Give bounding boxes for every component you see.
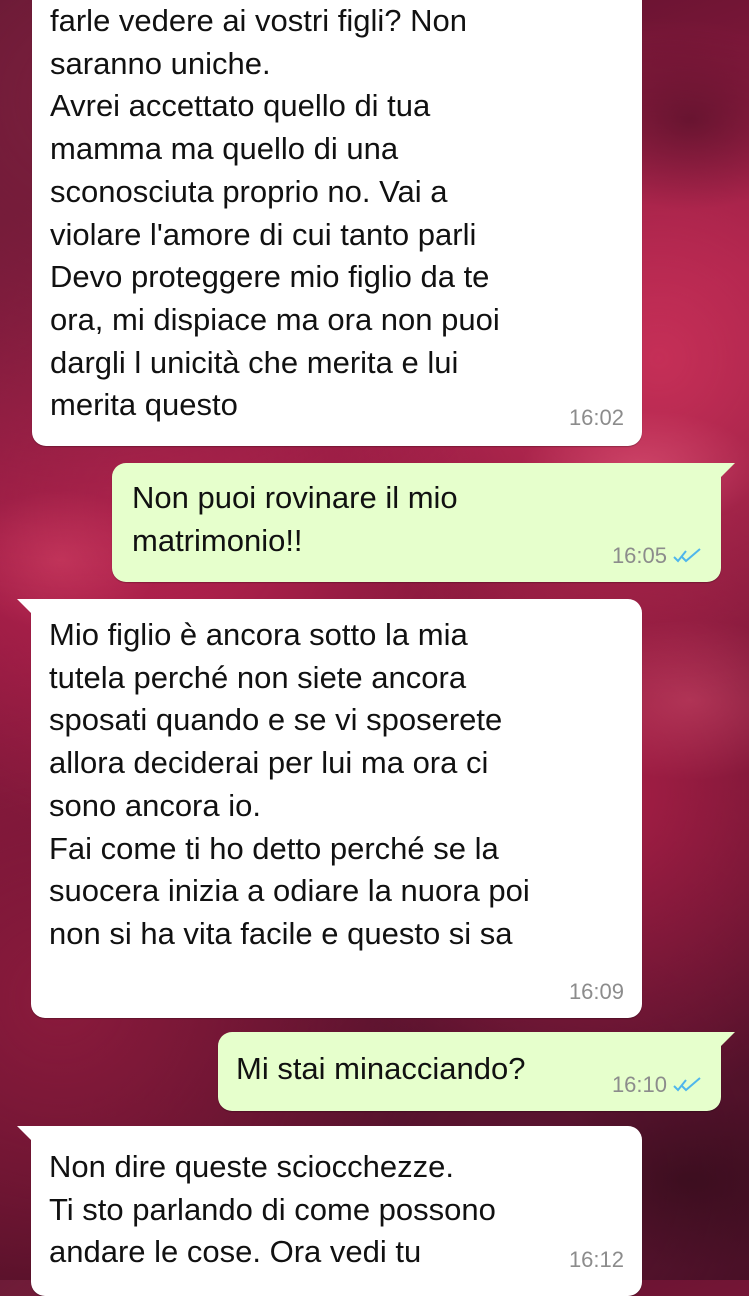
message-text: Non dire queste sciocchezze. Ti sto parl… bbox=[49, 1149, 496, 1270]
incoming-message[interactable]: farle vedere ai vostri figli? Non sarann… bbox=[32, 0, 642, 446]
double-check-read-icon bbox=[673, 1077, 701, 1092]
message-time: 16:05 bbox=[611, 543, 667, 568]
message-time: 16:10 bbox=[611, 1072, 667, 1097]
double-check-read-icon bbox=[673, 548, 701, 563]
message-text: farle vedere ai vostri figli? Non sarann… bbox=[50, 3, 500, 423]
outgoing-message[interactable]: Non puoi rovinare il mio matrimonio!! 16… bbox=[112, 463, 735, 582]
incoming-message[interactable]: Mio figlio è ancora sotto la mia tutela … bbox=[17, 599, 642, 1018]
message-text: Mio figlio è ancora sotto la mia tutela … bbox=[49, 617, 530, 951]
incoming-message[interactable]: Non dire queste sciocchezze. Ti sto parl… bbox=[17, 1126, 642, 1296]
outgoing-message[interactable]: Mi stai minacciando? 16:10 bbox=[218, 1032, 735, 1111]
message-time: 16:12 bbox=[568, 1247, 624, 1272]
message-time: 16:02 bbox=[568, 405, 624, 430]
message-time: 16:09 bbox=[568, 979, 624, 1004]
